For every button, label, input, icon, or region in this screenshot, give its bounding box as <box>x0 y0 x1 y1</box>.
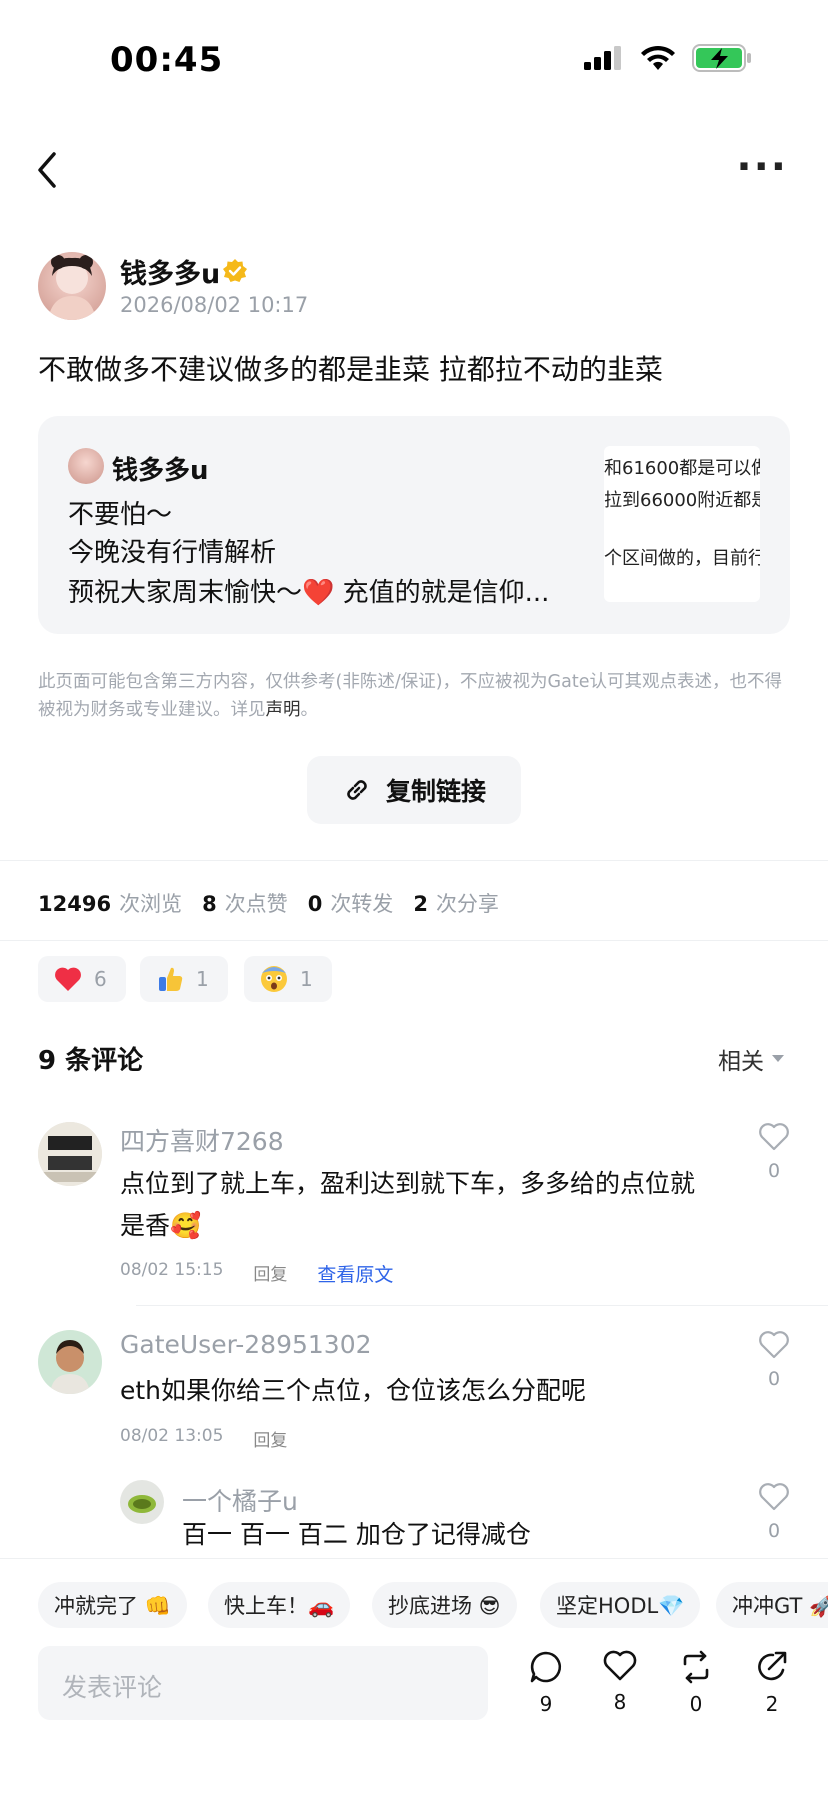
commenter-name[interactable]: 四方喜财7268 <box>120 1122 284 1158</box>
divider <box>0 860 828 861</box>
heart-outline-icon <box>759 1483 789 1511</box>
comment-like-count: 0 <box>767 1520 781 1542</box>
thumbnail-text-line: 拉到66000附近都是 <box>604 490 760 511</box>
comment-time: 08/02 15:15 <box>120 1260 224 1280</box>
comment-text: eth如果你给三个点位，仓位该怎么分配呢 <box>120 1376 587 1405</box>
reaction-count: 6 <box>94 967 107 991</box>
disclaimer-body: 此页面可能包含第三方内容，仅供参考(非陈述/保证)，不应被视为Gate认可其观点… <box>38 672 782 720</box>
repost-action-count: 0 <box>689 1692 703 1716</box>
commenter-avatar[interactable] <box>38 1330 102 1394</box>
heart-outline-icon <box>759 1331 789 1359</box>
comment-action-count: 9 <box>539 1692 553 1716</box>
heart-outline-icon <box>603 1650 637 1681</box>
views-label: 次浏览 <box>119 892 183 916</box>
comment-text: 点位到了就上车，盈利达到就下车，多多给的点位就 是香🥰 <box>120 1163 740 1247</box>
divider <box>136 1305 828 1306</box>
disclaimer-link[interactable]: 声明 <box>266 700 301 720</box>
comment-time: 08/02 13:05 <box>120 1426 224 1446</box>
post-timestamp: 2026/08/02 10:17 <box>120 293 309 317</box>
status-icons <box>584 44 752 72</box>
caret-down-icon <box>772 1055 784 1062</box>
reply-button[interactable]: 回复 <box>253 1426 287 1451</box>
repost-action-button[interactable]: 0 <box>672 1650 720 1716</box>
reposts-label: 次转发 <box>330 892 394 916</box>
author-name[interactable]: 钱多多u <box>120 252 220 291</box>
share-action-count: 2 <box>765 1692 779 1716</box>
views-count: 12496 <box>38 892 112 916</box>
sort-dropdown[interactable]: 相关 <box>718 1042 784 1076</box>
wifi-icon <box>641 45 675 70</box>
comment-like-button[interactable]: 0 <box>756 1482 792 1542</box>
comment-like-count: 0 <box>767 1160 781 1182</box>
reaction-shocked[interactable]: 1 <box>244 956 332 1002</box>
comment-text-line: 点位到了就上车，盈利达到就下车，多多给的点位就 <box>120 1169 696 1198</box>
likes-count: 8 <box>202 892 217 916</box>
sort-label: 相关 <box>718 1049 764 1075</box>
comment-text: 百一 百一 百二 加仓了记得减仓 <box>182 1520 531 1549</box>
reposts-count: 0 <box>307 892 323 916</box>
author-avatar[interactable] <box>38 252 106 320</box>
commenter-name[interactable]: 一个橘子u <box>182 1482 298 1518</box>
quick-reply-chip[interactable]: 坚定HODL💎 <box>540 1582 701 1628</box>
shares-count: 2 <box>413 892 428 916</box>
reply-button[interactable]: 回复 <box>253 1260 287 1287</box>
quick-reply-chip[interactable]: 冲就完了 👊 <box>38 1582 187 1628</box>
disclaimer-text: 此页面可能包含第三方内容，仅供参考(非陈述/保证)，不应被视为Gate认可其观点… <box>38 668 790 724</box>
like-action-count: 8 <box>613 1690 627 1714</box>
share-action-button[interactable]: 2 <box>748 1650 796 1716</box>
red-heart-icon <box>55 967 81 991</box>
shocked-face-icon <box>261 966 287 992</box>
quoted-text-line: 今晚没有行情解析 <box>68 538 277 568</box>
battery-charging-icon <box>692 44 751 72</box>
quoted-author-name: 钱多多u <box>112 456 209 486</box>
quoted-post-thumbnail: 和61600都是可以做 拉到66000附近都是 个区间做的，目前行 <box>604 446 760 602</box>
signal-icon <box>584 46 621 70</box>
copy-link-button[interactable]: 复制链接 <box>307 756 521 824</box>
thumbnail-text-line: 个区间做的，目前行 <box>604 548 760 569</box>
more-options-icon[interactable]: ··· <box>736 147 788 187</box>
comment-icon <box>530 1651 562 1683</box>
view-original-link[interactable]: 查看原文 <box>317 1260 393 1287</box>
reaction-thumbs-up[interactable]: 1 <box>140 956 228 1002</box>
commenter-avatar[interactable] <box>120 1480 164 1524</box>
quoted-author-avatar <box>68 448 104 484</box>
repost-icon <box>683 1650 709 1684</box>
divider <box>0 940 828 941</box>
reaction-heart[interactable]: 6 <box>38 956 126 1002</box>
quoted-text-line: 不要怕～ <box>68 500 173 530</box>
comment-text-line: 是香🥰 <box>120 1211 202 1240</box>
post-stats: 12496 次浏览 8 次点赞 0 次转发 2 次分享 <box>38 888 511 918</box>
share-icon <box>758 1651 787 1681</box>
quick-reply-chip[interactable]: 快上车！🚗 <box>208 1582 351 1628</box>
reaction-count: 1 <box>196 967 209 991</box>
quick-reply-chip[interactable]: 抄底进场 😎 <box>372 1582 517 1628</box>
comment-like-count: 0 <box>767 1368 781 1390</box>
quoted-text-line: 预祝大家周末愉快～❤️ 充值的就是信仰... <box>68 578 550 608</box>
quick-reply-chip[interactable]: 冲冲GT 🚀 <box>716 1582 828 1628</box>
thumbs-up-icon <box>159 967 183 991</box>
reaction-count: 1 <box>300 967 313 991</box>
post-content: 不敢做多不建议做多的都是韭菜 拉都拉不动的韭菜 <box>38 353 663 386</box>
thumbnail-text-line: 和61600都是可以做 <box>604 458 760 479</box>
commenter-name[interactable]: GateUser-28951302 <box>120 1330 372 1359</box>
disclaimer-end: 。 <box>300 700 319 720</box>
shares-label: 次分享 <box>435 892 499 916</box>
like-action-button[interactable]: 8 <box>596 1650 644 1714</box>
comment-meta: 08/02 13:05 回复 <box>120 1426 287 1451</box>
verified-badge-icon <box>223 259 247 282</box>
back-arrow-icon[interactable] <box>32 148 68 192</box>
comments-title: 9 条评论 <box>38 1046 144 1076</box>
comment-input[interactable]: 发表评论 <box>38 1646 488 1720</box>
status-time: 00:45 <box>110 40 224 80</box>
comment-like-button[interactable]: 0 <box>756 1330 792 1390</box>
comment-action-button[interactable]: 9 <box>522 1650 570 1716</box>
likes-label: 次点赞 <box>224 892 288 916</box>
comment-like-button[interactable]: 0 <box>756 1122 792 1182</box>
link-icon <box>347 780 367 800</box>
comment-meta: 08/02 15:15 回复 查看原文 <box>120 1260 393 1287</box>
commenter-avatar[interactable] <box>38 1122 102 1186</box>
heart-outline-icon <box>759 1123 789 1151</box>
copy-link-label: 复制链接 <box>385 777 486 806</box>
